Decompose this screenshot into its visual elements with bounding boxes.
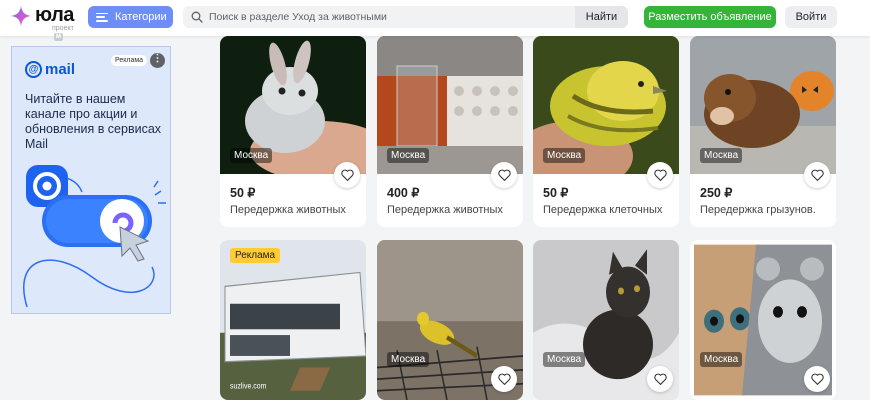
listing-card[interactable]: Москва 50 ₽ Передержка клеточных (533, 36, 679, 227)
listing-card[interactable]: Москва (377, 240, 523, 400)
listing-title[interactable]: Передержка животных (230, 204, 360, 216)
ad-illustration-icon (23, 165, 166, 308)
listing-card-promoted[interactable]: suzlive.com Реклама (220, 240, 366, 400)
search-icon (191, 11, 203, 23)
listing-title[interactable]: Передержка грызунов. (700, 204, 830, 216)
login-button[interactable]: Войти (785, 6, 837, 28)
youla-logo[interactable]: юла проектM (10, 4, 80, 41)
listing-card[interactable]: Москва (533, 240, 679, 400)
listing-card[interactable]: Москва (690, 240, 836, 400)
city-label: Москва (387, 148, 430, 163)
listing-card[interactable]: Москва 400 ₽ Передержка животных (377, 36, 523, 227)
favorite-heart-icon[interactable] (804, 162, 830, 188)
favorite-heart-icon[interactable] (647, 162, 673, 188)
city-label: Москва (543, 148, 586, 163)
favorite-heart-icon[interactable] (491, 162, 517, 188)
favorite-heart-icon[interactable] (647, 366, 673, 392)
listing-photo: suzlive.com (220, 240, 366, 400)
listing-price: 50 ₽ (543, 186, 569, 200)
ad-text: Читайте в нашем канале про акции и обнов… (25, 92, 162, 151)
listing-card[interactable]: Москва 50 ₽ Передержка животных (220, 36, 366, 227)
watermark: suzlive.com (230, 381, 266, 391)
listing-price: 50 ₽ (230, 186, 256, 200)
at-icon: @ (25, 61, 42, 78)
listing-card[interactable]: Москва 250 ₽ Передержка грызунов. (690, 36, 836, 227)
find-button[interactable]: Найти (575, 6, 628, 28)
city-label: Москва (700, 352, 743, 367)
city-label: Москва (230, 148, 273, 163)
favorite-heart-icon[interactable] (334, 162, 360, 188)
promoted-badge: Реклама (230, 248, 281, 263)
favorite-heart-icon[interactable] (491, 366, 517, 392)
ad-label: Реклама (111, 55, 148, 66)
menu-icon (96, 12, 108, 22)
city-label: Москва (387, 352, 430, 367)
post-ad-button[interactable]: Разместить объявление (644, 6, 776, 28)
mail-logo: @ mail (25, 61, 75, 78)
search-input[interactable] (209, 11, 569, 23)
listing-price: 400 ₽ (387, 186, 420, 200)
top-header: юла проектM Категории Найти Разместить о… (0, 0, 870, 41)
favorite-heart-icon[interactable] (804, 366, 830, 392)
city-label: Москва (543, 352, 586, 367)
listing-title[interactable]: Передержка животных (387, 204, 517, 216)
categories-label: Категории (115, 11, 167, 23)
listing-title[interactable]: Передержка клеточных (543, 204, 673, 216)
more-icon[interactable]: ⋮ (150, 53, 165, 68)
logo-subtitle: проектM (52, 25, 74, 41)
listing-price: 250 ₽ (700, 186, 733, 200)
logo-text: юла (35, 4, 74, 26)
city-label: Москва (700, 148, 743, 163)
search-box (183, 6, 575, 28)
categories-button[interactable]: Категории (88, 6, 173, 28)
mail-ad-banner[interactable]: @ mail Реклама ⋮ Читайте в нашем канале … (11, 46, 171, 314)
star-logo-icon (10, 5, 32, 27)
